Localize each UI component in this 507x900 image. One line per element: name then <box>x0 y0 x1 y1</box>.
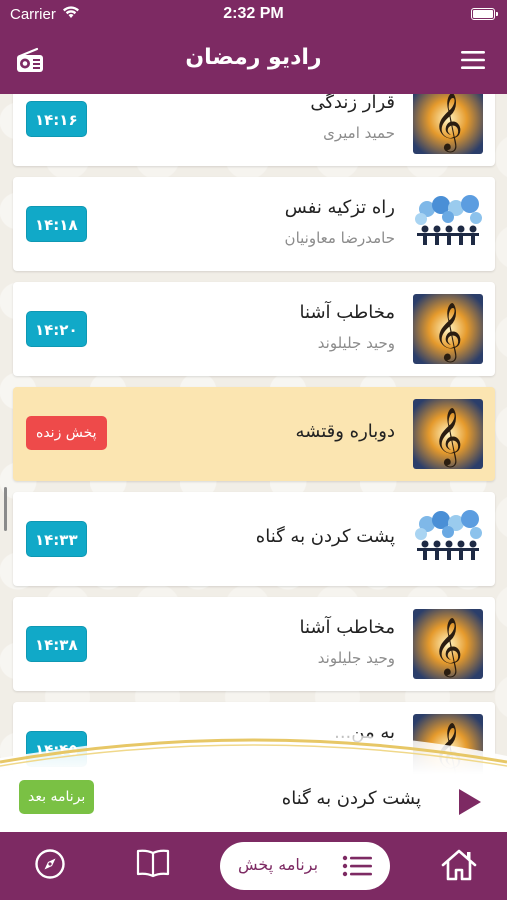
program-row-live[interactable]: 𝄞 دوباره وقتشه پخش زنده <box>13 387 495 481</box>
schedule-list-icon <box>342 855 372 877</box>
play-icon[interactable] <box>457 788 483 816</box>
program-thumbnail: 𝄞 <box>413 609 483 679</box>
program-time-badge: ۱۴:۱۶ <box>26 101 87 137</box>
treble-clef-icon: 𝄞 <box>413 294 483 364</box>
treble-clef-icon: 𝄞 <box>413 94 483 154</box>
program-title: راه تزکیه نفس <box>284 197 395 218</box>
book-icon[interactable] <box>136 848 170 878</box>
program-host: وحید جلیلوند <box>317 334 395 352</box>
program-thumbnail <box>413 189 483 259</box>
program-row[interactable]: 𝄞 مخاطب آشنا وحید جلیلوند ۱۴:۲۰ <box>13 282 495 376</box>
program-thumbnail: 𝄞 <box>413 399 483 469</box>
conference-people-icon <box>413 504 483 574</box>
program-time-badge: ۱۴:۱۸ <box>26 206 87 242</box>
program-title: قرار زندگی <box>310 94 395 113</box>
program-title: مخاطب آشنا <box>299 302 395 323</box>
next-program-button[interactable]: برنامه بعد <box>19 780 95 814</box>
treble-clef-icon: 𝄞 <box>413 399 483 469</box>
svg-text:𝄞: 𝄞 <box>433 302 463 363</box>
bottom-tab-bar: برنامه پخش <box>0 832 507 900</box>
program-host: حمید امیری <box>323 124 395 142</box>
program-schedule-list[interactable]: 𝄞 قرار زندگی حمید امیری ۱۴:۱۶ راه تزکیه … <box>0 94 507 774</box>
hamburger-menu-icon[interactable] <box>461 50 485 70</box>
program-row[interactable]: راه تزکیه نفس حامدرضا معاونیان ۱۴:۱۸ <box>13 177 495 271</box>
page-title: رادیو رمضان <box>185 45 322 70</box>
program-row[interactable]: 𝄞 مخاطب آشنا وحید جلیلوند ۱۴:۳۸ <box>13 597 495 691</box>
treble-clef-icon: 𝄞 <box>413 609 483 679</box>
now-playing-title: پشت کردن به گناه <box>281 788 421 809</box>
battery-icon <box>471 8 498 20</box>
svg-text:𝄞: 𝄞 <box>433 407 463 468</box>
program-row[interactable]: پشت کردن به گناه ۱۴:۳۳ <box>13 492 495 586</box>
program-thumbnail <box>413 504 483 574</box>
top-app-bar: رادیو رمضان <box>0 30 507 94</box>
program-thumbnail: 𝄞 <box>413 294 483 364</box>
program-thumbnail: 𝄞 <box>413 94 483 154</box>
status-bar: Carrier 2:32 PM <box>0 0 507 30</box>
compass-icon[interactable] <box>34 848 66 880</box>
program-title: پشت کردن به گناه <box>255 526 395 547</box>
tab-schedule[interactable]: برنامه پخش <box>220 842 390 890</box>
program-time-badge: ۱۴:۲۰ <box>26 311 87 347</box>
svg-text:𝄞: 𝄞 <box>433 617 463 678</box>
program-title: دوباره وقتشه <box>295 421 395 442</box>
program-host: حامدرضا معاونیان <box>284 229 395 247</box>
now-playing-bar: پشت کردن به گناه برنامه بعد <box>0 774 507 832</box>
tab-schedule-label: برنامه پخش <box>238 855 319 874</box>
scrollbar-thumb[interactable] <box>4 487 7 531</box>
program-row[interactable]: 𝄞 قرار زندگی حمید امیری ۱۴:۱۶ <box>13 94 495 166</box>
program-time-badge: ۱۴:۳۳ <box>26 521 87 557</box>
live-badge: پخش زنده <box>26 416 107 450</box>
status-time: 2:32 PM <box>223 5 284 22</box>
program-title: مخاطب آشنا <box>299 617 395 638</box>
home-icon[interactable] <box>441 848 477 882</box>
conference-people-icon <box>413 189 483 259</box>
svg-text:𝄞: 𝄞 <box>433 94 463 153</box>
mosque-skyline-decoration <box>0 704 507 774</box>
program-time-badge: ۱۴:۳۸ <box>26 626 87 662</box>
program-host: وحید جلیلوند <box>317 649 395 667</box>
